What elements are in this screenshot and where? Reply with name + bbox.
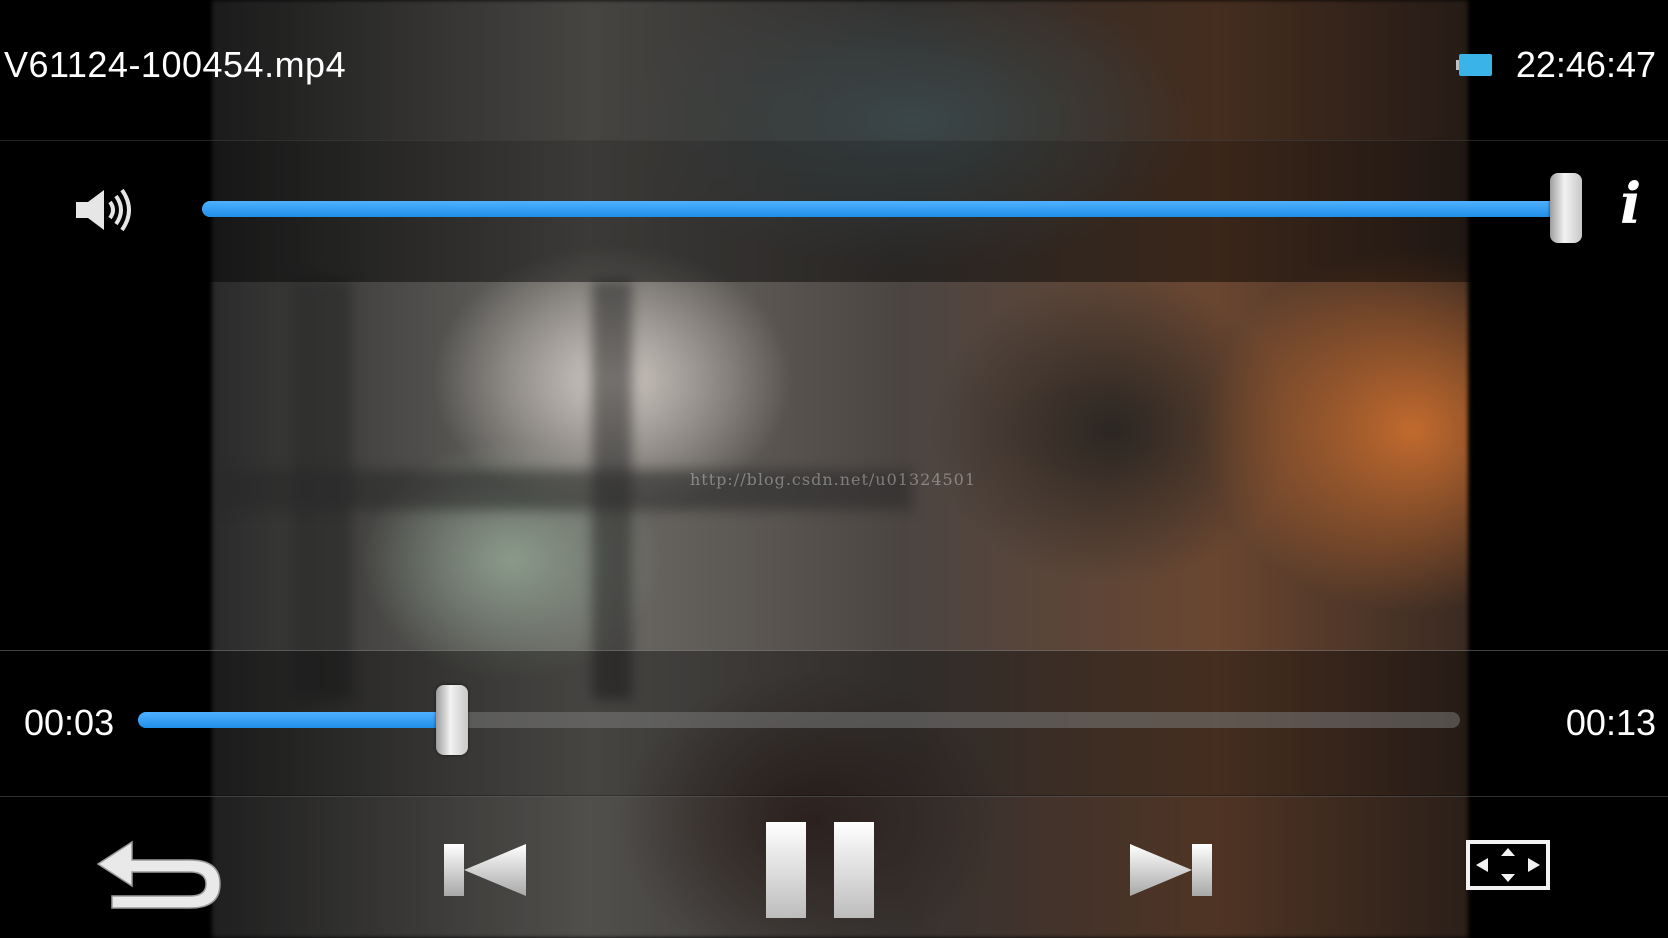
skip-next-icon[interactable]: [1126, 830, 1216, 910]
seek-slider-fill: [138, 712, 452, 728]
volume-slider-thumb[interactable]: [1550, 173, 1582, 243]
back-arrow-icon[interactable]: [94, 830, 224, 910]
video-player-screen: http://blog.csdn.net/u01324501 V61124-10…: [0, 0, 1668, 938]
speaker-icon[interactable]: [74, 186, 134, 234]
file-title: V61124-100454.mp4: [4, 44, 347, 85]
watermark-text: http://blog.csdn.net/u01324501: [690, 470, 977, 489]
battery-icon: [1456, 54, 1492, 76]
volume-slider-fill: [202, 201, 1566, 217]
top-bar: V61124-100454.mp4 22:46:47: [0, 0, 1668, 141]
skip-previous-icon[interactable]: [440, 830, 530, 910]
info-icon[interactable]: i: [1620, 176, 1641, 232]
current-time: 00:03: [24, 702, 115, 743]
seek-slider[interactable]: [138, 712, 1460, 728]
clock: 22:46:47: [1515, 44, 1656, 85]
seek-slider-thumb[interactable]: [435, 685, 468, 755]
volume-slider[interactable]: [202, 201, 1582, 217]
duration-time: 00:13: [1565, 702, 1656, 743]
fullscreen-icon[interactable]: [1466, 840, 1550, 890]
pause-icon[interactable]: [766, 822, 878, 918]
